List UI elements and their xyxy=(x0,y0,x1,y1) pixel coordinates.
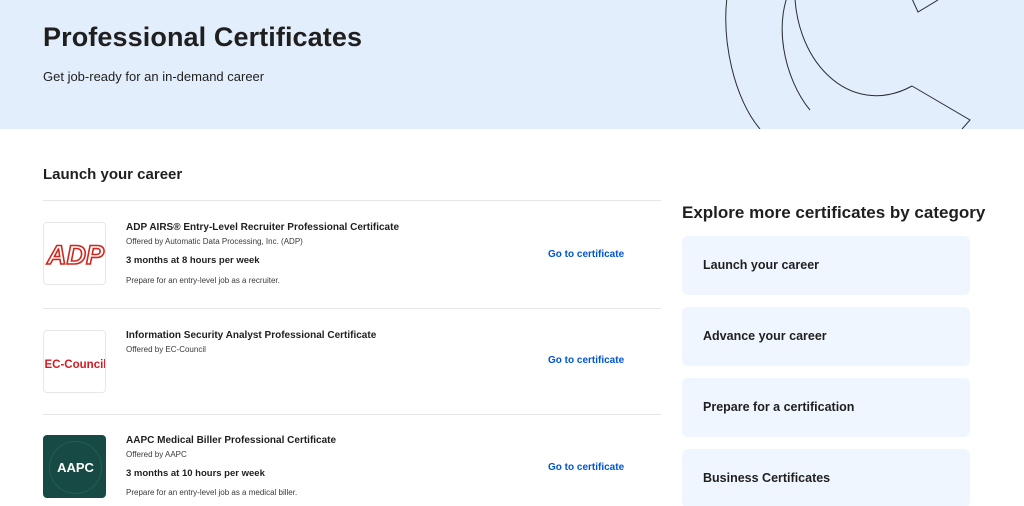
aapc-logo: AAPC xyxy=(43,435,106,498)
certificate-duration: 3 months at 10 hours per week xyxy=(126,468,265,479)
svg-text:EC-Council: EC-Council xyxy=(45,357,107,371)
certificate-item[interactable]: ADP ADP AIRS® Entry-Level Recruiter Prof… xyxy=(43,200,661,308)
category-label: Business Certificates xyxy=(703,471,831,485)
category-section-title: Explore more certificates by category xyxy=(682,203,986,222)
certificate-offered-by: Offered by Automatic Data Processing, In… xyxy=(126,237,303,246)
hero-banner: Professional Certificates Get job-ready … xyxy=(0,0,1024,129)
certificate-description: Prepare for an entry-level job as a recr… xyxy=(126,276,280,285)
category-card-business-certificates[interactable]: Business Certificates xyxy=(682,449,970,506)
go-to-certificate-link[interactable]: Go to certificate xyxy=(548,249,624,260)
certificate-title[interactable]: Information Security Analyst Professiona… xyxy=(126,330,376,341)
category-card-prepare-for-a-certification[interactable]: Prepare for a certification xyxy=(682,378,970,437)
certificate-title[interactable]: ADP AIRS® Entry-Level Recruiter Professi… xyxy=(126,222,399,233)
certificate-item[interactable]: EC-Council Information Security Analyst … xyxy=(43,308,661,414)
go-to-certificate-link[interactable]: Go to certificate xyxy=(548,462,624,473)
certificate-offered-by: Offered by AAPC xyxy=(126,450,187,459)
category-label: Advance your career xyxy=(703,329,827,343)
coursera-c-decoration xyxy=(725,0,971,129)
category-label: Launch your career xyxy=(703,258,820,272)
certificate-title[interactable]: AAPC Medical Biller Professional Certifi… xyxy=(126,435,336,446)
certificate-duration: 3 months at 8 hours per week xyxy=(126,255,260,266)
certificate-description: Prepare for an entry-level job as a medi… xyxy=(126,488,298,497)
section-title: Launch your career xyxy=(43,166,183,183)
page-title: Professional Certificates xyxy=(43,22,363,52)
category-card-launch-your-career[interactable]: Launch your career xyxy=(682,236,970,295)
ec-council-logo: EC-Council xyxy=(43,330,106,393)
category-card-advance-your-career[interactable]: Advance your career xyxy=(682,307,970,366)
page-subtitle: Get job-ready for an in-demand career xyxy=(43,69,265,84)
adp-logo: ADP xyxy=(43,222,106,285)
certificate-offered-by: Offered by EC-Council xyxy=(126,345,206,354)
svg-text:AAPC: AAPC xyxy=(57,460,94,475)
svg-text:ADP: ADP xyxy=(46,240,105,270)
category-label: Prepare for a certification xyxy=(703,400,855,414)
certificate-item[interactable]: AAPC AAPC Medical Biller Professional Ce… xyxy=(43,414,661,506)
go-to-certificate-link[interactable]: Go to certificate xyxy=(548,355,624,366)
